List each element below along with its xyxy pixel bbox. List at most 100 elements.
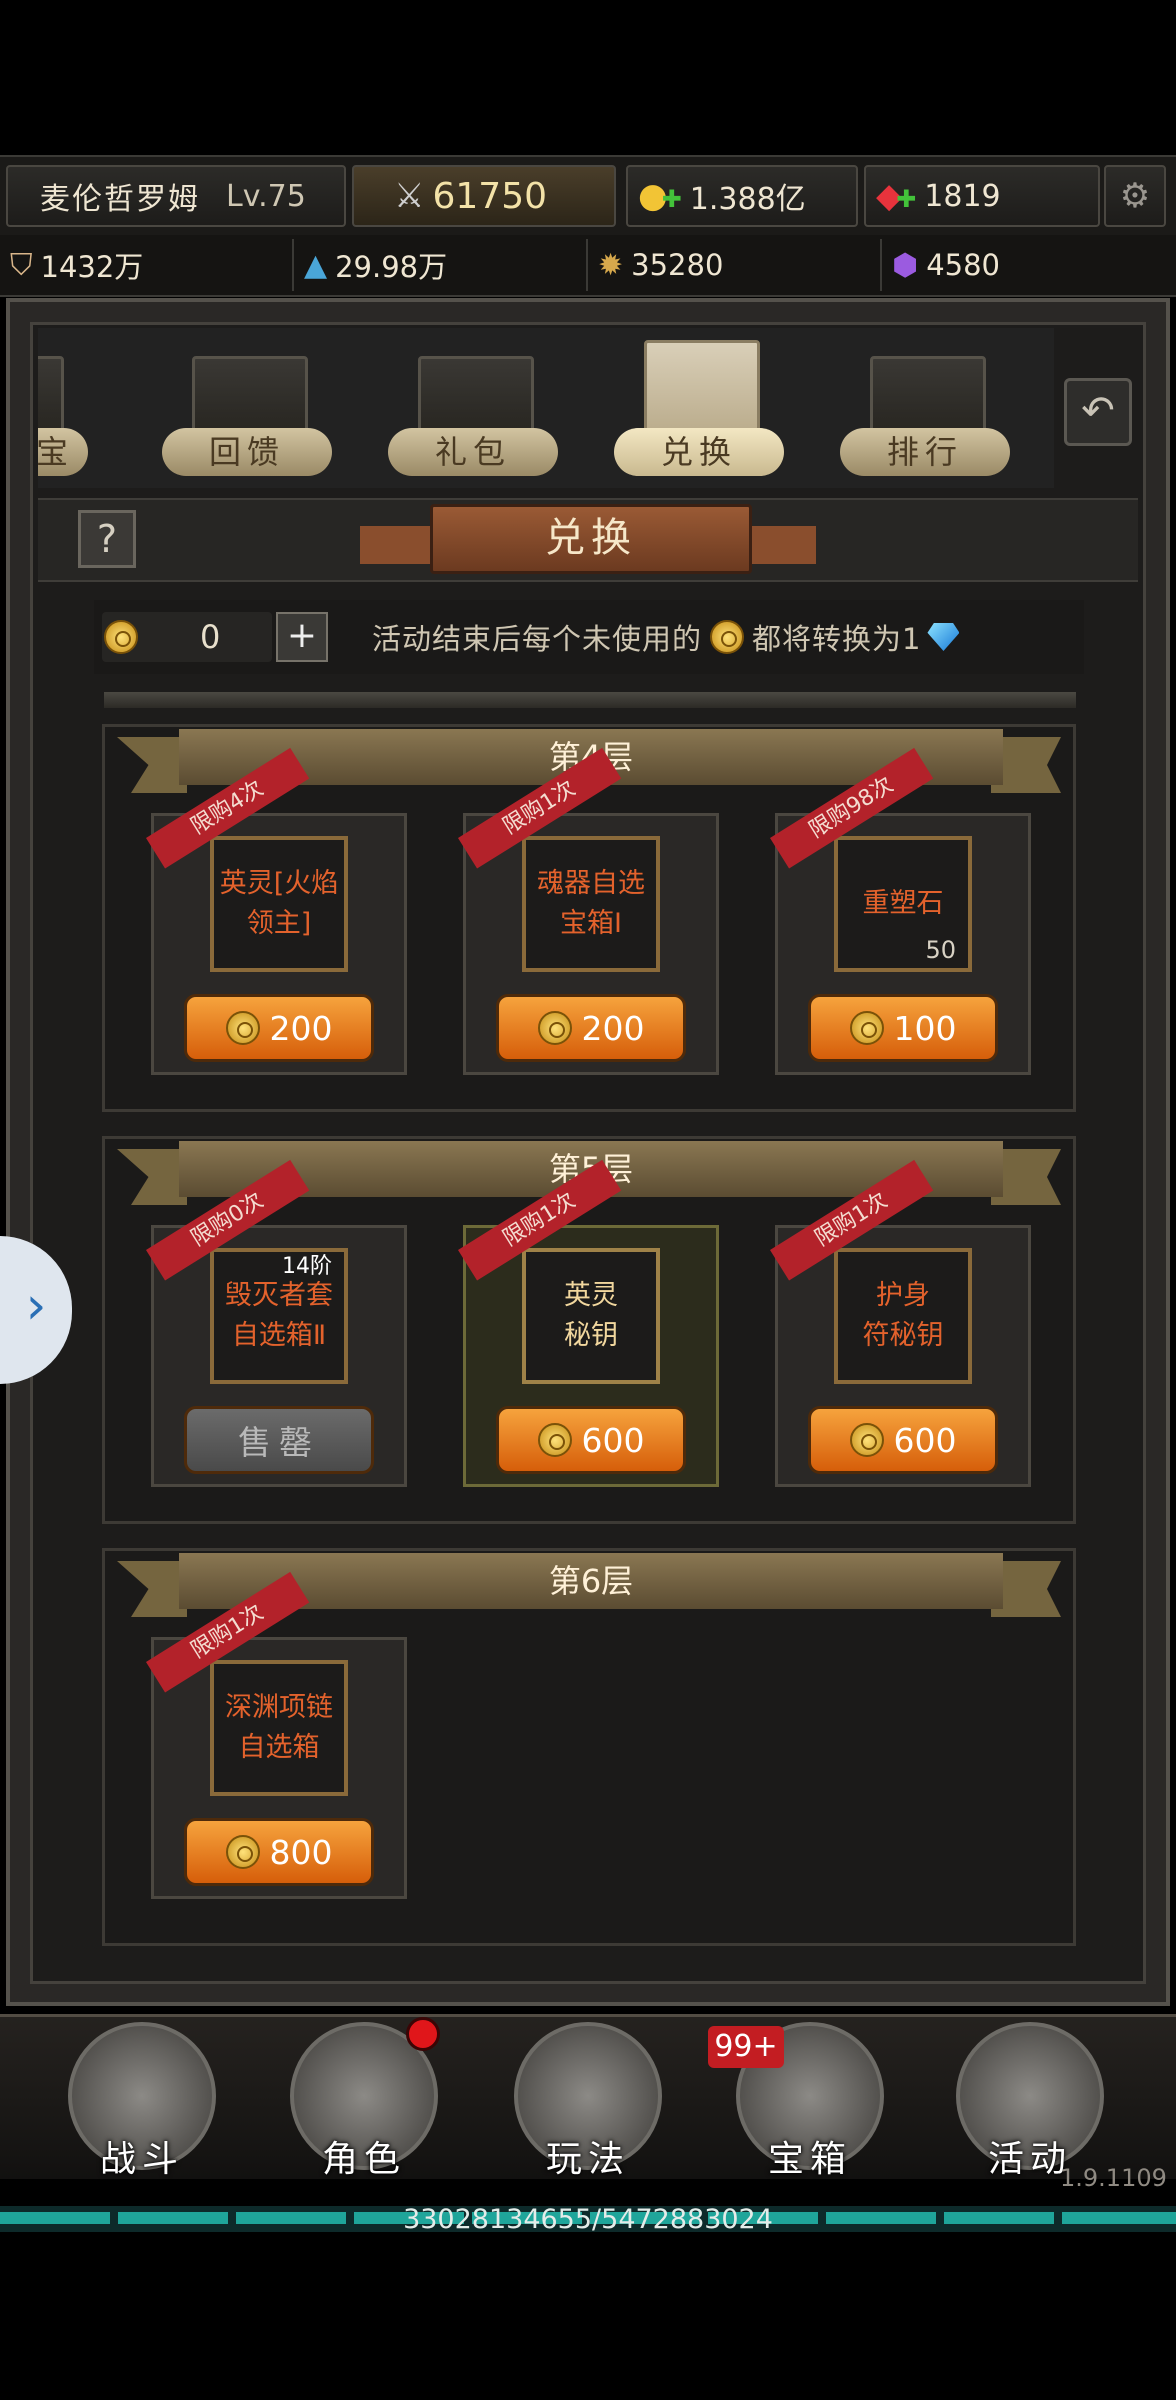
token-coin-icon (225, 1835, 260, 1869)
shop-item[interactable]: 护身 符秘钥 限购1次 600 (770, 1159, 1031, 1487)
item-tier-level: 14阶 (282, 1254, 332, 1279)
tier-section: 第6层 深渊项链 自选箱 限购1次 800 (102, 1548, 1076, 1946)
item-name: 重塑石 (862, 888, 944, 919)
purple-gem-icon: ⬢ (892, 247, 919, 283)
add-token-button[interactable]: + (276, 612, 328, 662)
nav-gameplay[interactable]: 玩法 (488, 2018, 688, 2190)
tab-label: 回馈 (162, 428, 332, 476)
resource-value: 1432万 (40, 250, 144, 284)
chevron-right-icon: › (25, 1276, 47, 1336)
shop-item[interactable]: 英灵 秘钥 限购1次 600 (458, 1159, 719, 1487)
shop-item[interactable]: 深渊项链 自选箱 限购1次 800 (146, 1571, 407, 1899)
shop-item[interactable]: 魂器自选 宝箱Ⅰ 限购1次 200 (458, 747, 719, 1075)
resource-emblem: ✹ 35280 (588, 239, 882, 291)
event-tabs: 宝 回馈 礼包 兑换 排行 (38, 328, 1054, 488)
nav-label: 玩法 (545, 2139, 630, 2180)
item-name: 魂器自选 宝箱Ⅰ (522, 836, 660, 972)
item-name: 护身 符秘钥 (834, 1248, 972, 1384)
item-slot: 毁灭者套 自选箱Ⅱ 14阶 (210, 1248, 348, 1384)
gear-icon: ⚙ (1119, 176, 1151, 216)
price: 100 (893, 1008, 957, 1048)
sun-emblem-icon: ✹ (598, 247, 624, 283)
help-button[interactable]: ? (78, 510, 136, 568)
sold-out-button: 售罄 (184, 1406, 374, 1474)
buy-button[interactable]: 600 (496, 1406, 686, 1474)
token-coin-icon (849, 1011, 884, 1045)
crossed-swords-icon: ⚔ (394, 176, 425, 216)
question-icon: ? (96, 517, 118, 561)
crystal-icon: ▲ (304, 247, 328, 283)
tab-treasure[interactable]: 宝 (38, 328, 98, 488)
buy-button[interactable]: 600 (808, 1406, 998, 1474)
experience-text: 33028134655/5472883024 (403, 2204, 773, 2235)
price: 600 (893, 1420, 957, 1460)
shop-item[interactable]: 英灵[火焰 领主] 限购4次 200 (146, 747, 407, 1075)
nav-label: 角色 (321, 2139, 406, 2180)
item-name: 英灵 秘钥 (522, 1248, 660, 1384)
resource-purple: ⬢ 4580 (882, 239, 1176, 291)
gold-value: 1.388亿 (689, 182, 806, 217)
notice-text-1: 活动结束后每个未使用的 (372, 622, 703, 656)
resource-crystal: ▲ 29.98万 (294, 239, 588, 291)
player-info[interactable]: 麦伦哲罗姆 Lv.75 (6, 165, 346, 227)
plus-icon: + (286, 615, 318, 656)
token-coin-icon (104, 620, 138, 654)
price: 600 (581, 1420, 645, 1460)
player-name: 麦伦哲罗姆 (40, 182, 200, 217)
tier-section: 第5层 毁灭者套 自选箱Ⅱ 14阶 限购0次 售罄 英灵 秘钥 限购1次 600… (102, 1136, 1076, 1524)
banner-wing-left (117, 1149, 187, 1205)
buy-button[interactable]: 100 (808, 994, 998, 1062)
tab-ranking[interactable]: 排行 (830, 328, 1020, 488)
item-quantity: 50 (925, 936, 956, 964)
back-button[interactable]: ↶ (1064, 378, 1132, 446)
shop-item[interactable]: 重塑石 50 限购98次 100 (770, 747, 1031, 1075)
item-name: 英灵[火焰 领主] (210, 836, 348, 972)
gold-coins-icon: ●✚ (638, 176, 682, 216)
token-coin-icon (849, 1423, 884, 1457)
top-status-bar: 麦伦哲罗姆 Lv.75 ⚔ 61750 ●✚ 1.388亿 ◆✚ 1819 ⚙ (0, 155, 1176, 239)
tab-label: 礼包 (388, 428, 558, 476)
price: 800 (269, 1832, 333, 1872)
tier-section: 第4层 英灵[火焰 领主] 限购4次 200 魂器自选 宝箱Ⅰ 限购1次 200… (102, 724, 1076, 1112)
settings-button[interactable]: ⚙ (1104, 165, 1166, 227)
notice-text-2: 都将转换为1 (752, 622, 922, 656)
buy-button[interactable]: 200 (496, 994, 686, 1062)
power-display: ⚔ 61750 (352, 165, 616, 227)
resource-value: 35280 (631, 248, 724, 282)
banner-wing-left (117, 1561, 187, 1617)
tab-label: 兑换 (614, 428, 784, 476)
player-level: Lv.75 (226, 178, 306, 214)
item-name: 深渊项链 自选箱 (210, 1660, 348, 1796)
token-coin-icon (710, 620, 745, 654)
gold-display[interactable]: ●✚ 1.388亿 (626, 165, 858, 227)
tab-label: 排行 (840, 428, 1010, 476)
token-coin-icon (225, 1011, 260, 1045)
banner-wing-left (117, 737, 187, 793)
token-coin-icon (537, 1423, 572, 1457)
token-balance: 0 (102, 612, 272, 662)
buy-button[interactable]: 800 (184, 1818, 374, 1886)
title-banner: 兑换 (360, 504, 816, 574)
page-title: 兑换 (430, 504, 752, 574)
price: 200 (269, 1008, 333, 1048)
diamond-value: 1819 (924, 178, 1001, 214)
tab-gift-pack[interactable]: 礼包 (378, 328, 568, 488)
price: 200 (581, 1008, 645, 1048)
power-value: 61750 (432, 175, 548, 217)
tab-exchange[interactable]: 兑换 (604, 328, 794, 488)
resource-bar: ⛉ 1432万 ▲ 29.98万 ✹ 35280 ⬢ 4580 (0, 235, 1176, 297)
nav-battle[interactable]: 战斗 (42, 2018, 242, 2190)
tab-feedback[interactable]: 回馈 (152, 328, 342, 488)
nav-label: 战斗 (99, 2139, 184, 2180)
chest-count-badge: 99+ (708, 2026, 784, 2068)
nav-label: 宝箱 (767, 2139, 852, 2180)
diamond-display[interactable]: ◆✚ 1819 (864, 165, 1100, 227)
token-amount: 0 (200, 618, 221, 656)
sold-out-label: 售罄 (238, 1423, 320, 1462)
notification-dot (406, 2017, 440, 2051)
divider (104, 692, 1076, 708)
shield-icon: ⛉ (10, 247, 33, 283)
resource-value: 29.98万 (335, 250, 448, 284)
buy-button[interactable]: 200 (184, 994, 374, 1062)
shop-item[interactable]: 毁灭者套 自选箱Ⅱ 14阶 限购0次 售罄 (146, 1159, 407, 1487)
